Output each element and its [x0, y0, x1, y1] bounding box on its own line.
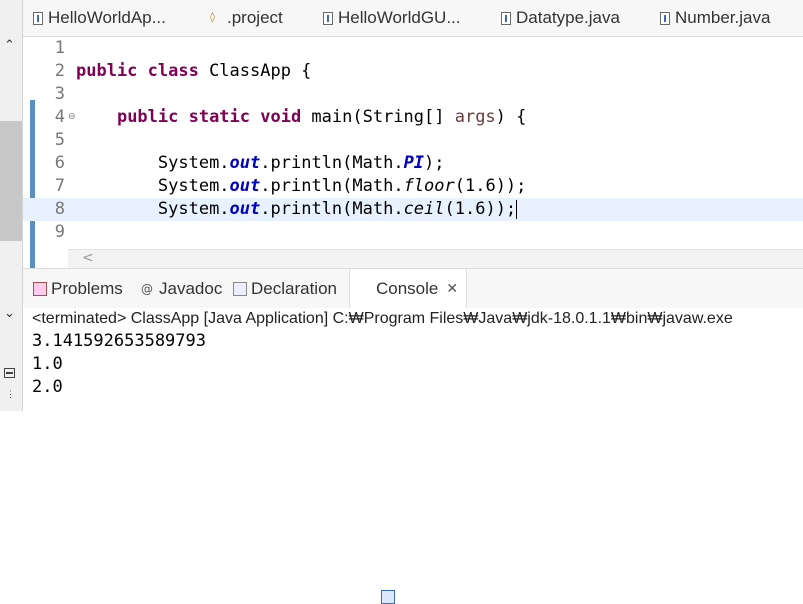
- line-number: 8: [54, 199, 65, 219]
- left-trim-bar: ⌃ ⌄ ⋮: [0, 0, 23, 411]
- code-line[interactable]: 5: [23, 129, 803, 152]
- view-tab-bar: Problems @ Javadoc Declaration Console ✕: [23, 268, 803, 604]
- declaration-icon: [233, 281, 247, 296]
- tab-javadoc[interactable]: @ Javadoc: [141, 269, 222, 308]
- editor-tab-helloworldgui[interactable]: HelloWorldGU...: [323, 0, 461, 36]
- line-number: 5: [54, 130, 65, 150]
- line-number: 2: [54, 61, 65, 81]
- java-file-icon: [660, 11, 670, 25]
- javadoc-icon: @: [141, 281, 153, 296]
- code-line[interactable]: 9: [23, 221, 803, 244]
- java-file-icon: [323, 11, 333, 25]
- tab-problems[interactable]: Problems: [33, 269, 123, 308]
- code-line[interactable]: 7 System.out.println(Math.floor(1.6));: [23, 175, 803, 198]
- editor-tab-helloworldapp[interactable]: HelloWorldAp...: [33, 0, 166, 36]
- console-status: <terminated> ClassApp [Java Application]…: [32, 310, 733, 327]
- code-editor[interactable]: 1 2 public class ClassApp { 3 4 ⊖ public…: [23, 37, 803, 276]
- tab-declaration[interactable]: Declaration: [233, 269, 337, 308]
- project-file-icon: ◊: [210, 12, 215, 23]
- code-line[interactable]: 3: [23, 83, 803, 106]
- tab-label: Javadoc: [159, 278, 223, 298]
- code-line[interactable]: 1: [23, 37, 803, 60]
- tab-label: Datatype.java: [516, 8, 620, 27]
- problems-icon: [33, 281, 47, 296]
- tab-console[interactable]: Console ✕: [349, 269, 468, 604]
- java-file-icon: [501, 11, 511, 25]
- close-icon[interactable]: ✕: [446, 281, 458, 297]
- console-line: 2.0: [32, 377, 63, 397]
- line-number: 9: [54, 222, 65, 242]
- line-number: 6: [54, 153, 65, 173]
- text-caret: [516, 199, 518, 219]
- console-line: 1.0: [32, 354, 63, 374]
- code-line[interactable]: 2 public class ClassApp {: [23, 60, 803, 83]
- code-text: public class ClassApp {: [76, 61, 312, 81]
- chevron-down-icon[interactable]: ⌄: [4, 306, 15, 321]
- code-text: System.out.println(Math.ceil(1.6));: [157, 199, 518, 219]
- code-text: System.out.println(Math.floor(1.6));: [157, 176, 527, 196]
- console-line: 3.141592653589793: [32, 331, 206, 351]
- editor-tab-project[interactable]: ◊ .project: [210, 0, 283, 36]
- code-line-current[interactable]: 8 System.out.println(Math.ceil(1.6));: [23, 198, 803, 221]
- console-output[interactable]: <terminated> ClassApp [Java Application]…: [23, 308, 803, 411]
- line-number: 7: [54, 176, 65, 196]
- fold-toggle-icon[interactable]: ⊖: [68, 106, 76, 129]
- tab-label: Declaration: [251, 278, 337, 298]
- editor-tab-datatype[interactable]: Datatype.java: [501, 0, 620, 36]
- console-icon: [381, 590, 395, 604]
- more-options-icon[interactable]: ⋮: [6, 390, 15, 399]
- minimize-icon[interactable]: [4, 368, 15, 378]
- scroll-left-icon[interactable]: <: [82, 250, 94, 266]
- editor-tab-bar: HelloWorldAp... ◊ .project HelloWorldGU.…: [23, 0, 803, 37]
- vertical-scrollbar-thumb[interactable]: [0, 121, 22, 241]
- tab-label: .project: [227, 8, 283, 27]
- tab-label: Number.java: [675, 8, 771, 27]
- tab-label: HelloWorldGU...: [338, 8, 461, 27]
- chevron-up-icon[interactable]: ⌃: [4, 38, 15, 53]
- tab-label: Problems: [51, 278, 123, 298]
- editor-tab-number[interactable]: Number.java: [660, 0, 770, 36]
- code-text: System.out.println(Math.PI);: [157, 153, 445, 173]
- tab-label: Console: [376, 279, 439, 298]
- code-line[interactable]: 6 System.out.println(Math.PI);: [23, 152, 803, 175]
- horizontal-scrollbar[interactable]: <: [68, 249, 803, 268]
- tab-label: HelloWorldAp...: [48, 8, 166, 27]
- code-line[interactable]: 4 ⊖ public static void main(String[] arg…: [23, 106, 803, 129]
- code-text: public static void main(String[] args) {: [116, 107, 527, 127]
- line-number: 1: [54, 38, 65, 58]
- line-number: 4: [54, 107, 65, 127]
- line-number: 3: [54, 84, 65, 104]
- java-file-icon: [33, 11, 43, 25]
